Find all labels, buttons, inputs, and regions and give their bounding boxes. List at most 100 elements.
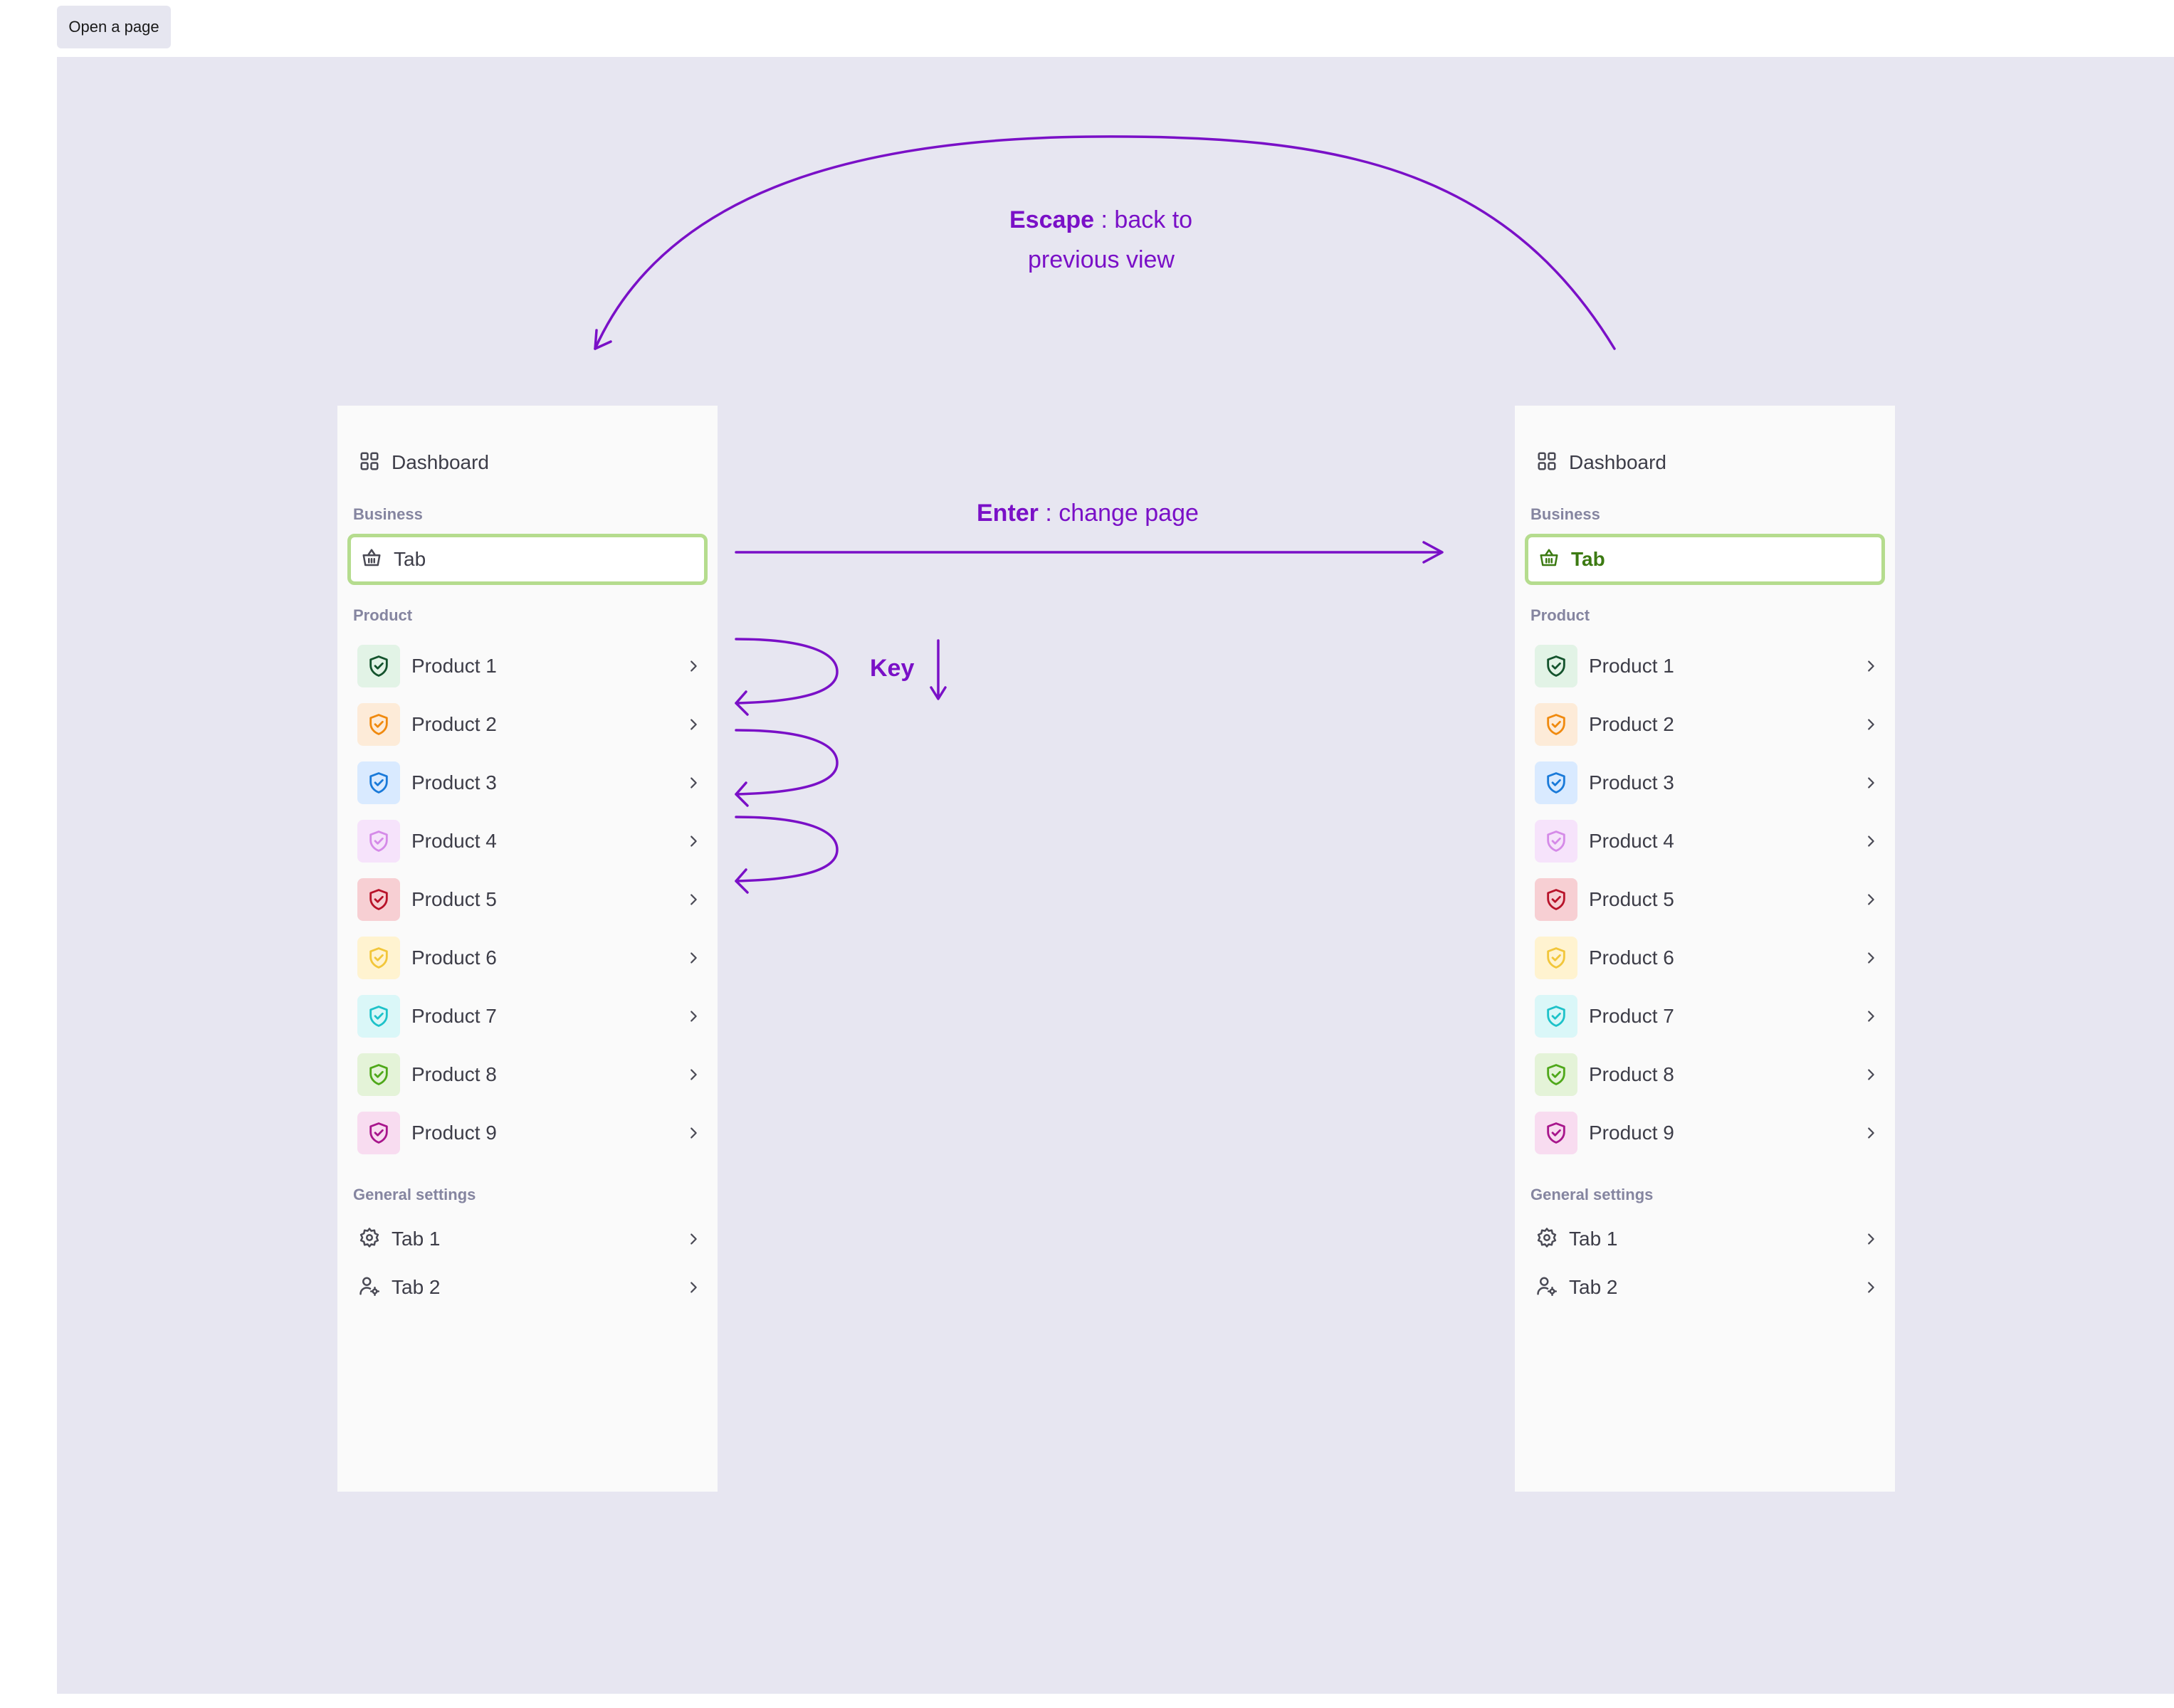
chevron-right-icon <box>1862 1279 1879 1296</box>
escape-annotation-line-2: previous view <box>1028 246 1175 273</box>
sidebar-right: Dashboard Business Tab Product Product 1 Prod… <box>1515 406 1895 1492</box>
sidebar-item-product-1[interactable]: Product 1 <box>1535 643 1879 689</box>
sidebar-item-label: Product 1 <box>1589 655 1674 677</box>
chevron-right-icon <box>1862 1008 1879 1025</box>
sidebar-item-label: Product 3 <box>1589 771 1674 794</box>
sidebar-item-label: Dashboard <box>1569 451 1666 473</box>
user-gear-icon <box>1536 1275 1558 1300</box>
sidebar-item-product-5[interactable]: Product 5 <box>357 877 702 922</box>
shield-check-icon <box>357 820 400 863</box>
chevron-right-icon <box>685 1066 702 1083</box>
grid-icon <box>359 450 380 475</box>
sidebar-item-product-7[interactable]: Product 7 <box>1535 993 1879 1039</box>
chevron-right-icon <box>685 716 702 733</box>
shield-check-icon <box>357 645 400 687</box>
open-a-page-button[interactable]: Open a page <box>57 6 171 48</box>
sidebar-item-product-7[interactable]: Product 7 <box>357 993 702 1039</box>
sidebar-item-label: Product 7 <box>1589 1005 1674 1027</box>
section-heading-general-settings: General settings <box>353 1186 476 1203</box>
sidebar-item-product-9[interactable]: Product 9 <box>1535 1110 1879 1156</box>
chevron-right-icon <box>1862 658 1879 675</box>
shield-check-icon <box>357 995 400 1038</box>
sidebar-item-label: Product 8 <box>411 1063 497 1085</box>
sidebar-left: Dashboard Business Tab Product Product 1 Prod… <box>337 406 718 1492</box>
escape-key-label: Escape <box>1009 206 1095 233</box>
sidebar-item-label: Dashboard <box>392 451 489 473</box>
chevron-right-icon <box>1862 833 1879 850</box>
sidebar-item-label: Product 8 <box>1589 1063 1674 1085</box>
section-heading-product: Product <box>353 606 413 624</box>
sidebar-item-label: Tab 1 <box>1569 1228 1618 1250</box>
chevron-right-icon <box>1862 716 1879 733</box>
enter-text: : change page <box>1038 500 1199 527</box>
sidebar-item-product-2[interactable]: Product 2 <box>1535 702 1879 747</box>
sidebar-item-product-6[interactable]: Product 6 <box>357 935 702 981</box>
escape-annotation: Escape : back to <box>1009 206 1192 234</box>
enter-annotation: Enter : change page <box>977 500 1199 527</box>
gear-icon <box>359 1227 380 1252</box>
section-heading-business: Business <box>1530 505 1600 523</box>
chevron-right-icon <box>685 1230 702 1248</box>
sidebar-item-label: Product 2 <box>411 713 497 735</box>
shield-check-icon <box>1535 703 1577 746</box>
chevron-right-icon <box>685 774 702 791</box>
sidebar-item-label: Product 6 <box>1589 947 1674 969</box>
chevron-right-icon <box>1862 1124 1879 1142</box>
sidebar-item-label: Product 9 <box>1589 1122 1674 1144</box>
chevron-right-icon <box>1862 891 1879 908</box>
sidebar-item-product-3[interactable]: Product 3 <box>1535 760 1879 806</box>
gear-icon <box>1536 1227 1558 1252</box>
shield-check-icon <box>1535 1053 1577 1096</box>
sidebar-item-label: Product 5 <box>411 888 497 910</box>
grid-icon <box>1536 450 1558 475</box>
sidebar-item-product-2[interactable]: Product 2 <box>357 702 702 747</box>
sidebar-item-label: Product 7 <box>411 1005 497 1027</box>
shield-check-icon <box>1535 1112 1577 1154</box>
basket-icon <box>1538 547 1560 572</box>
escape-text: : back to <box>1094 206 1193 233</box>
sidebar-item-product-1[interactable]: Product 1 <box>357 643 702 689</box>
sidebar-item-label: Tab 2 <box>1569 1276 1618 1298</box>
sidebar-item-dashboard[interactable]: Dashboard <box>1536 446 1666 480</box>
sidebar-item-product-6[interactable]: Product 6 <box>1535 935 1879 981</box>
sidebar-item-product-4[interactable]: Product 4 <box>1535 818 1879 864</box>
sidebar-item-product-5[interactable]: Product 5 <box>1535 877 1879 922</box>
sidebar-item-settings-tab-2[interactable]: Tab 2 <box>359 1270 702 1305</box>
shield-check-icon <box>1535 995 1577 1038</box>
sidebar-item-product-8[interactable]: Product 8 <box>1535 1052 1879 1097</box>
shield-check-icon <box>357 1112 400 1154</box>
sidebar-item-business-tab[interactable]: Tab <box>1525 534 1885 585</box>
chevron-right-icon <box>685 891 702 908</box>
chevron-right-icon <box>685 1124 702 1142</box>
sidebar-item-label: Tab <box>1571 548 1605 570</box>
enter-key-label: Enter <box>977 500 1039 527</box>
sidebar-item-business-tab[interactable]: Tab <box>347 534 708 585</box>
chevron-right-icon <box>685 949 702 966</box>
sidebar-item-product-4[interactable]: Product 4 <box>357 818 702 864</box>
section-heading-general-settings: General settings <box>1530 1186 1654 1203</box>
chevron-right-icon <box>685 1279 702 1296</box>
sidebar-item-label: Product 4 <box>1589 830 1674 852</box>
shield-check-icon <box>357 703 400 746</box>
chevron-right-icon <box>1862 774 1879 791</box>
sidebar-item-label: Product 3 <box>411 771 497 794</box>
sidebar-item-settings-tab-2[interactable]: Tab 2 <box>1536 1270 1879 1305</box>
sidebar-item-label: Product 5 <box>1589 888 1674 910</box>
shield-check-icon <box>1535 645 1577 687</box>
sidebar-item-settings-tab-1[interactable]: Tab 1 <box>359 1221 702 1257</box>
sidebar-item-dashboard[interactable]: Dashboard <box>359 446 489 480</box>
chevron-right-icon <box>1862 1066 1879 1083</box>
shield-check-icon <box>1535 820 1577 863</box>
shield-check-icon <box>1535 878 1577 921</box>
shield-check-icon <box>1535 937 1577 979</box>
sidebar-item-product-3[interactable]: Product 3 <box>357 760 702 806</box>
sidebar-item-label: Product 4 <box>411 830 497 852</box>
chevron-right-icon <box>685 1008 702 1025</box>
user-gear-icon <box>359 1275 380 1300</box>
chevron-right-icon <box>1862 949 1879 966</box>
shield-check-icon <box>357 1053 400 1096</box>
shield-check-icon <box>357 937 400 979</box>
sidebar-item-product-8[interactable]: Product 8 <box>357 1052 702 1097</box>
sidebar-item-settings-tab-1[interactable]: Tab 1 <box>1536 1221 1879 1257</box>
sidebar-item-product-9[interactable]: Product 9 <box>357 1110 702 1156</box>
